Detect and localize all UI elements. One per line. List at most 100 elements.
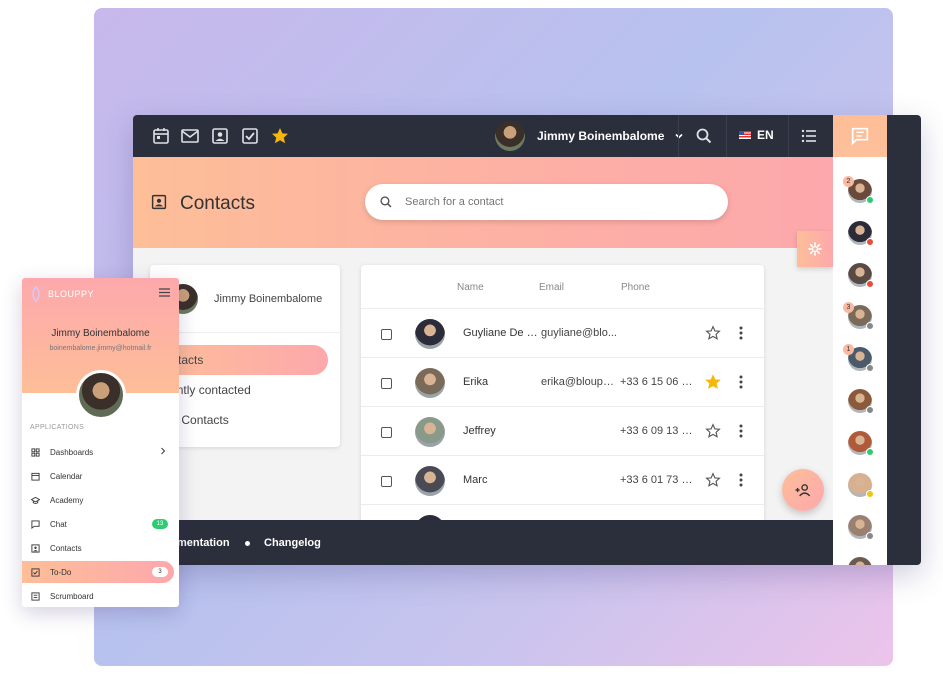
contact-phone: +33 6 15 06 8... [620, 376, 696, 388]
row-checkbox[interactable] [381, 378, 392, 389]
count-badge: 13 [152, 519, 168, 529]
row-checkbox[interactable] [381, 329, 392, 340]
column-header-email[interactable]: Email [539, 282, 564, 293]
mail-icon[interactable] [180, 126, 200, 146]
documentation-link[interactable]: mentation [177, 537, 230, 549]
status-indicator [866, 364, 874, 372]
sidebar-item-label: Scrumboard [50, 591, 94, 601]
avatar [415, 417, 445, 447]
contact-email: erika@bloupp... [541, 376, 617, 388]
chat-drawer-edge [887, 115, 921, 565]
chat-contact-avatar[interactable] [848, 557, 872, 565]
sidebar-item-academy[interactable]: Academy [22, 489, 179, 511]
sidebar-item-contacts[interactable]: Contacts [22, 537, 179, 559]
table-row[interactable]: Marc +33 6 01 73 8... [361, 455, 764, 504]
contact-name: Jeffrey [463, 425, 496, 437]
sidebar-item-label: Dashboards [50, 447, 94, 457]
contacts-icon[interactable] [210, 126, 230, 146]
divider [788, 115, 789, 157]
gear-icon [808, 242, 822, 256]
row-checkbox[interactable] [381, 476, 392, 487]
add-contact-button[interactable] [782, 469, 824, 511]
sidebar-item-label: Academy [50, 495, 84, 505]
top-bar: Jimmy Boinembalome EN [133, 115, 833, 157]
logo-icon [32, 286, 40, 302]
contact-name: Marc [463, 474, 488, 486]
sidebar-item-calendar[interactable]: Calendar [22, 465, 179, 487]
avatar [76, 370, 126, 420]
avatar [415, 466, 445, 496]
status-indicator [866, 280, 874, 288]
status-indicator [866, 238, 874, 246]
sidebar-item-dashboards[interactable]: Dashboards [22, 441, 179, 463]
star-icon[interactable] [705, 325, 721, 341]
sidebar-item-scrumboard[interactable]: Scrumboard [22, 585, 179, 607]
avatar [495, 121, 525, 151]
todo-icon[interactable] [240, 126, 260, 146]
calendar-icon[interactable] [151, 126, 171, 146]
star-icon[interactable] [705, 423, 721, 439]
contacts-icon [31, 543, 40, 553]
star-icon[interactable] [270, 126, 290, 146]
contacts-header: Contacts [133, 157, 833, 248]
sidebar-item-label: To-Do [50, 567, 72, 577]
user-email: boinembalome.jimmy@hotmail.fr [49, 345, 152, 352]
hamburger-icon[interactable] [159, 288, 170, 297]
search-icon[interactable] [694, 126, 714, 146]
chevron-right-icon [161, 447, 166, 455]
chat-panel: 2 3 1 [833, 115, 887, 565]
table-row[interactable]: Jeffrey +33 6 09 13 0... [361, 406, 764, 455]
search-input[interactable] [405, 196, 705, 208]
avatar [415, 368, 445, 398]
column-header-phone[interactable]: Phone [621, 282, 650, 293]
divider [678, 115, 679, 157]
contact-email: guyliane@blo... [541, 327, 617, 339]
sidebar-item-chat[interactable]: Chat 13 [22, 513, 179, 535]
page-title: Contacts [180, 193, 255, 214]
table-row[interactable]: Guyliane De J... guyliane@blo... [361, 308, 764, 357]
divider [726, 115, 727, 157]
status-indicator [866, 532, 874, 540]
sidebar-item-to-do[interactable]: To-Do 3 [22, 561, 174, 583]
mobile-sidebar-preview: BLOUPPY Jimmy Boinembalome boinembalome.… [22, 278, 179, 607]
add-person-icon [795, 484, 811, 497]
search-bar[interactable] [365, 184, 728, 220]
logo: BLOUPPY [30, 286, 94, 302]
more-vertical-icon[interactable] [737, 472, 745, 488]
column-header-name[interactable]: Name [457, 282, 484, 293]
user-name: Jimmy Boinembalome [537, 129, 665, 143]
us-flag-icon [739, 131, 751, 139]
chat-toggle-button[interactable] [833, 115, 887, 157]
chat-icon [851, 127, 869, 146]
user-name: Jimmy Boinembalome [214, 292, 323, 305]
status-indicator [866, 322, 874, 330]
contacts-icon [151, 194, 167, 210]
contact-name: Guyliane De J... [463, 327, 541, 339]
contact-phone: +33 6 09 13 0... [620, 425, 696, 437]
user-menu[interactable]: Jimmy Boinembalome [495, 118, 684, 154]
footer: mentation Changelog [133, 520, 833, 565]
dashboard-icon [31, 447, 40, 457]
row-checkbox[interactable] [381, 427, 392, 438]
chevron-down-icon [675, 133, 683, 139]
language-selector[interactable]: EN [739, 128, 774, 142]
table-row[interactable]: Erika erika@bloupp... +33 6 15 06 8... [361, 357, 764, 406]
star-icon[interactable] [705, 374, 721, 390]
more-vertical-icon[interactable] [737, 325, 745, 341]
more-vertical-icon[interactable] [737, 423, 745, 439]
contact-phone: +33 6 01 73 8... [620, 474, 696, 486]
settings-button[interactable] [797, 231, 833, 267]
sidebar-item-label: Contacts [50, 543, 82, 553]
changelog-link[interactable]: Changelog [264, 537, 321, 549]
sidebar-item-label: Calendar [50, 471, 83, 481]
more-vertical-icon[interactable] [737, 374, 745, 390]
star-icon[interactable] [705, 472, 721, 488]
todo-icon [31, 567, 40, 577]
list-menu-icon[interactable] [799, 126, 819, 146]
contact-name: Erika [463, 376, 489, 388]
section-label: APPLICATIONS [30, 424, 85, 431]
search-icon [380, 196, 392, 208]
language-label: EN [757, 128, 774, 142]
unread-badge: 3 [843, 302, 854, 313]
unread-badge: 1 [843, 344, 854, 355]
